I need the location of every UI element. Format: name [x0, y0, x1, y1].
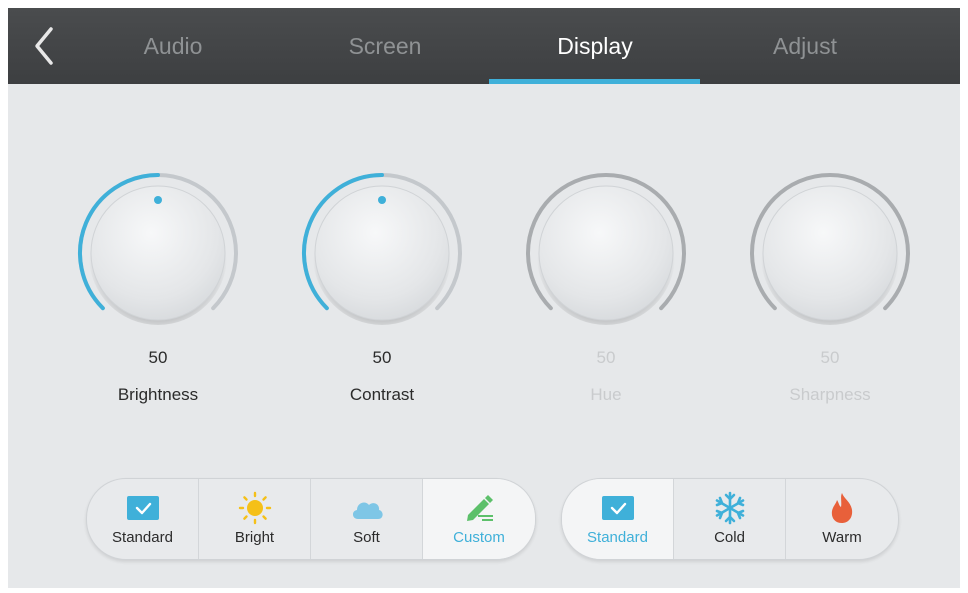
brightness-label: Brightness — [117, 385, 199, 404]
tab-screen[interactable]: Screen — [280, 8, 490, 84]
color-temperature-selector: Standard Cold Warm — [561, 478, 899, 560]
color-temp-warm[interactable]: Warm — [786, 479, 898, 559]
brightness-knob[interactable]: 50 Brightness — [73, 168, 243, 408]
cloud-icon — [347, 493, 387, 523]
hue-dial — [526, 172, 686, 325]
picture-mode-soft[interactable]: Soft — [311, 479, 423, 559]
hue-knob: 50 Hue — [521, 168, 691, 408]
sharpness-value: 50 — [820, 348, 840, 367]
snowflake-icon — [710, 491, 750, 525]
tab-audio[interactable]: Audio — [68, 8, 278, 84]
brightness-value: 50 — [148, 348, 168, 367]
hue-value: 50 — [596, 348, 616, 367]
picture-mode-custom[interactable]: Custom — [423, 479, 535, 559]
picture-mode-selector: Standard Bright Soft Custom — [86, 478, 536, 560]
picture-mode-soft-label: Soft — [353, 529, 380, 546]
color-temp-standard-label: Standard — [587, 529, 648, 546]
active-tab-indicator — [489, 79, 700, 84]
sharpness-label: Sharpness — [789, 385, 871, 404]
picture-mode-standard[interactable]: Standard — [87, 479, 199, 559]
brightness-dial[interactable] — [73, 168, 243, 338]
contrast-dial[interactable] — [297, 168, 467, 338]
color-temp-warm-label: Warm — [822, 529, 862, 546]
flame-icon — [822, 493, 862, 523]
check-screen-icon — [123, 493, 163, 523]
sun-icon — [235, 491, 275, 525]
knob-indicator-dot — [154, 196, 162, 204]
color-temp-cold[interactable]: Cold — [674, 479, 786, 559]
tab-display[interactable]: Display — [490, 8, 700, 84]
pencil-edit-icon — [459, 493, 499, 523]
picture-mode-bright-label: Bright — [234, 529, 275, 546]
knob-indicator-dot — [378, 196, 386, 204]
picture-mode-bright[interactable]: Bright — [199, 479, 311, 559]
display-settings-screen: Audio Screen Display Adjust 50 Brightnes… — [8, 8, 960, 588]
top-navigation-bar: Audio Screen Display Adjust — [8, 8, 960, 84]
picture-mode-custom-label: Custom — [453, 529, 505, 546]
hue-label: Hue — [590, 385, 622, 404]
sharpness-knob: 50 Sharpness — [745, 168, 915, 408]
knob-face — [314, 185, 450, 321]
chevron-left-icon — [35, 27, 53, 65]
picture-mode-standard-label: Standard — [112, 529, 173, 546]
sharpness-dial — [750, 172, 910, 325]
contrast-label: Contrast — [349, 385, 415, 404]
contrast-value: 50 — [372, 348, 392, 367]
contrast-knob[interactable]: 50 Contrast — [297, 168, 467, 408]
back-button[interactable] — [22, 20, 66, 72]
knob-face — [538, 185, 674, 321]
tab-adjust[interactable]: Adjust — [700, 8, 910, 84]
color-temp-standard[interactable]: Standard — [562, 479, 674, 559]
knob-face — [762, 185, 898, 321]
check-screen-icon — [598, 493, 638, 523]
knob-face — [90, 185, 226, 321]
color-temp-cold-label: Cold — [714, 529, 745, 546]
